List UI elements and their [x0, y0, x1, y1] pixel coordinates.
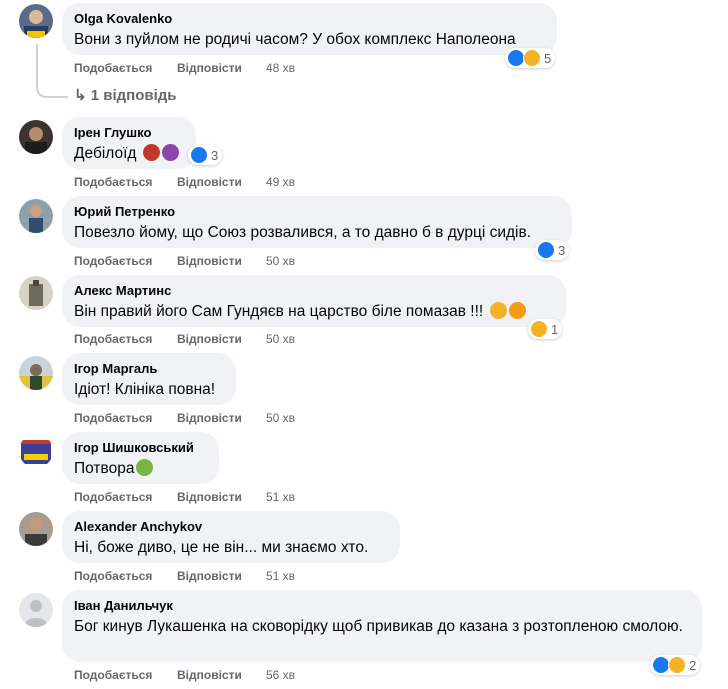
like-link[interactable]: Подобається	[74, 569, 152, 583]
comment-author[interactable]: Юрий Петренко	[74, 204, 560, 220]
avatar[interactable]	[19, 512, 53, 546]
reply-link[interactable]: Відповісти	[177, 668, 242, 682]
comment-author[interactable]: Ігор Маргаль	[74, 361, 224, 377]
like-link[interactable]: Подобається	[74, 175, 152, 189]
comment-text: Ідіот! Клініка повна!	[74, 381, 216, 398]
comment-time[interactable]: 56 хв	[266, 668, 295, 682]
comment-author[interactable]: Alexander Anchykov	[74, 519, 388, 535]
reaction-count: 3	[558, 242, 566, 258]
reaction-summary[interactable]: 2	[650, 655, 701, 675]
avatar[interactable]	[19, 120, 53, 154]
like-link[interactable]: Подобається	[74, 668, 152, 682]
avatar[interactable]	[19, 356, 53, 390]
reply-thread-line	[36, 44, 68, 98]
reaction-count: 5	[544, 50, 552, 66]
comment-bubble: Юрий Петренко Повезло йому, що Союз розв…	[62, 196, 572, 248]
comment-text: Вони з пуйлом не родичі часом? У обох ко…	[74, 31, 516, 48]
ogre-emoji-icon	[142, 144, 160, 161]
reply-link[interactable]: Відповісти	[177, 61, 242, 75]
reaction-count: 1	[551, 321, 559, 337]
replies-count: 1 відповідь	[90, 87, 177, 104]
like-link[interactable]: Подобається	[74, 411, 152, 425]
like-link[interactable]: Подобається	[74, 254, 152, 268]
view-replies-link[interactable]: ↳ 1 відповідь	[74, 86, 177, 104]
reply-link[interactable]: Відповісти	[177, 254, 242, 268]
haha-reaction-icon	[668, 656, 686, 674]
comment-time[interactable]: 50 хв	[266, 332, 295, 346]
comment-time[interactable]: 50 хв	[266, 411, 295, 425]
comment-bubble: Ігор Шишковський Потвора	[62, 432, 219, 484]
comment-time[interactable]: 51 хв	[266, 490, 295, 504]
haha-reaction-icon	[530, 320, 548, 338]
comment-time[interactable]: 51 хв	[266, 569, 295, 583]
reply-link[interactable]: Відповісти	[177, 490, 242, 504]
reaction-summary[interactable]: 5	[505, 48, 556, 68]
comment-time[interactable]: 50 хв	[266, 254, 295, 268]
comment-author[interactable]: Алекс Мартинс	[74, 283, 554, 299]
like-link[interactable]: Подобається	[74, 61, 152, 75]
avatar[interactable]	[19, 593, 53, 627]
reply-arrow-icon: ↳	[74, 87, 87, 104]
comment-bubble: Іван Данильчук Бог кинув Лукашенка на ск…	[62, 590, 702, 662]
comment-bubble: Alexander Anchykov Ні, боже диво, це не …	[62, 511, 400, 563]
comment-bubble: Алекс Мартинс Він правий його Сам Гундяє…	[62, 275, 566, 327]
comment-text: Потвора	[74, 459, 207, 479]
like-link[interactable]: Подобається	[74, 490, 152, 504]
avatar[interactable]	[19, 199, 53, 233]
comment-bubble: Ігор Маргаль Ідіот! Клініка повна!	[62, 353, 236, 405]
comment-author[interactable]: Ірен Глушко	[74, 125, 184, 141]
reply-link[interactable]: Відповісти	[177, 175, 242, 189]
comment-text: Повезло йому, що Союз розвалився, а то д…	[74, 224, 532, 241]
comment-author[interactable]: Ігор Шишковський	[74, 440, 207, 456]
comment-text: Ні, боже диво, це не він... ми знаємо хт…	[74, 539, 369, 556]
wink-emoji-icon	[489, 302, 507, 319]
comment-bubble: Ірен Глушко Дебілоїд	[62, 117, 196, 169]
comment-bubble: Olga Kovalenko Вони з пуйлом не родичі ч…	[62, 3, 557, 55]
nauseated-emoji-icon	[136, 459, 154, 476]
haha-reaction-icon	[523, 49, 541, 67]
comment-author[interactable]: Іван Данильчук	[74, 598, 690, 614]
reply-link[interactable]: Відповісти	[177, 411, 242, 425]
reaction-summary[interactable]: 3	[535, 240, 570, 260]
comment-author[interactable]: Olga Kovalenko	[74, 11, 545, 27]
reply-link[interactable]: Відповісти	[177, 332, 242, 346]
reaction-count: 3	[211, 147, 219, 163]
reaction-summary[interactable]: 3	[188, 145, 223, 165]
like-reaction-icon	[190, 146, 208, 164]
comment-time[interactable]: 49 хв	[266, 175, 295, 189]
reaction-summary[interactable]: 1	[528, 319, 563, 339]
comment-text: Він правий його Сам Гундяєв на царство б…	[74, 302, 554, 322]
reply-link[interactable]: Відповісти	[177, 569, 242, 583]
comment-time[interactable]: 48 хв	[266, 61, 295, 75]
devil-emoji-icon	[161, 144, 179, 161]
avatar[interactable]	[19, 434, 53, 468]
like-reaction-icon	[537, 241, 555, 259]
rofl-emoji-icon	[508, 302, 526, 319]
like-link[interactable]: Подобається	[74, 332, 152, 346]
comment-text: Дебілоїд	[74, 144, 184, 164]
comment-text: Бог кинув Лукашенка на сковорідку щоб пр…	[74, 618, 683, 635]
avatar[interactable]	[19, 276, 53, 310]
reaction-count: 2	[689, 657, 697, 673]
avatar[interactable]	[19, 4, 53, 38]
